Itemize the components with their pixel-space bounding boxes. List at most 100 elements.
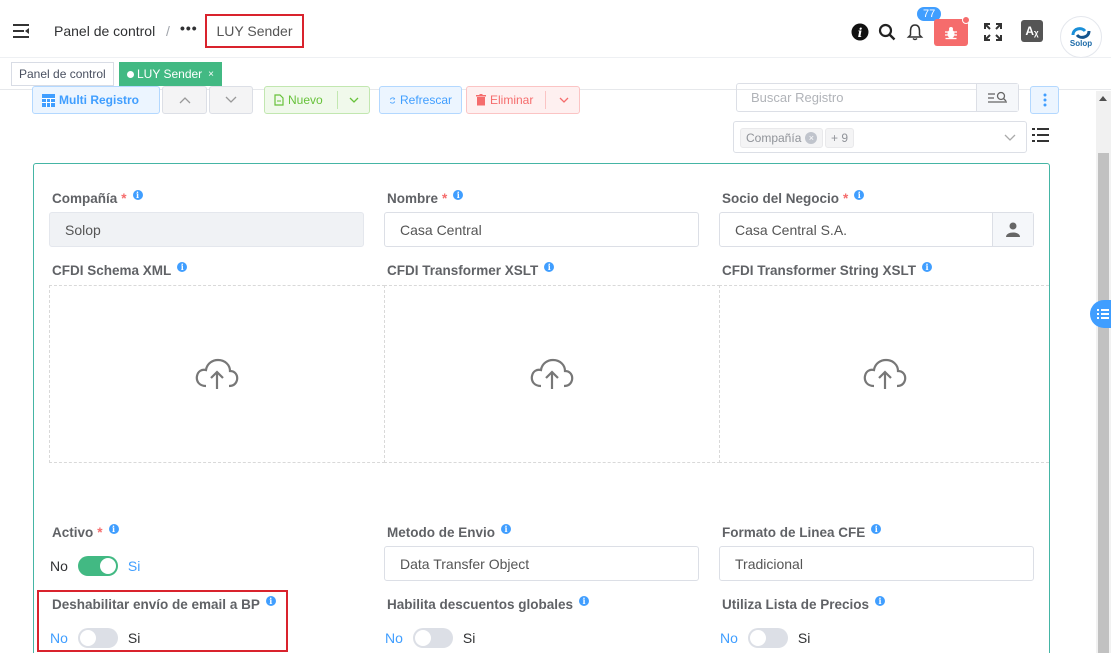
info-icon[interactable]: i <box>579 596 590 606</box>
fullscreen-icon[interactable] <box>983 22 1003 42</box>
toggle-switch[interactable] <box>77 556 118 576</box>
info-icon[interactable]: i <box>108 524 119 534</box>
scroll-thumb[interactable] <box>1098 153 1109 653</box>
new-dropdown-chevron-icon[interactable] <box>348 93 360 107</box>
bug-icon <box>945 26 957 39</box>
switch-off-label: No <box>50 558 68 574</box>
label-text: Habilita descuentos globales <box>387 597 574 612</box>
user-icon <box>1006 222 1020 237</box>
info-icon[interactable]: i <box>453 190 464 200</box>
label-text: Metodo de Envio <box>387 525 495 540</box>
label-text: Activo <box>52 525 94 540</box>
global-discounts-switch[interactable]: No Si <box>385 628 475 648</box>
required-mark: * <box>442 191 448 206</box>
more-options-button[interactable] <box>1030 86 1059 114</box>
multi-record-button[interactable]: Multi Registro <box>32 86 160 114</box>
filter-chip-label: Compañía <box>746 131 802 145</box>
info-icon[interactable]: i <box>854 190 865 200</box>
cfdi-transformer-upload[interactable] <box>384 285 720 463</box>
field-label-global-discounts: Habilita descuentos globales i <box>387 596 590 612</box>
top-navbar: Panel de control / ••• LUY Sender i 77 A… <box>0 6 1111 58</box>
required-mark: * <box>121 191 127 206</box>
info-icon[interactable]: i <box>875 596 886 606</box>
kebab-icon <box>1043 93 1046 107</box>
search-icon[interactable] <box>877 22 897 42</box>
label-text: Formato de Linea CFE <box>722 525 866 540</box>
table-icon <box>42 93 55 107</box>
info-icon[interactable]: i <box>871 524 882 534</box>
tab-close-icon[interactable]: × <box>208 69 214 80</box>
name-field[interactable]: Casa Central <box>384 212 699 247</box>
toggle-knob <box>414 630 431 646</box>
bell-icon[interactable] <box>905 22 925 42</box>
price-list-switch[interactable]: No Si <box>720 628 810 648</box>
field-label-company: Compañía * i <box>52 190 143 206</box>
cfdi-schema-upload[interactable] <box>49 285 385 463</box>
info-icon[interactable]: i <box>922 262 933 272</box>
delete-dropdown-chevron-icon[interactable] <box>558 93 570 107</box>
info-icon[interactable]: i <box>132 190 143 200</box>
bug-report-button[interactable] <box>934 16 970 46</box>
toggle-switch[interactable] <box>747 628 788 648</box>
search-button[interactable] <box>976 84 1018 111</box>
previous-record-button[interactable] <box>162 86 207 114</box>
business-partner-search-button[interactable] <box>992 213 1033 246</box>
avatar[interactable]: Solop <box>1060 16 1102 58</box>
search-input[interactable] <box>737 84 977 111</box>
label-text: CFDI Transformer XSLT <box>387 263 539 278</box>
field-label-business-partner: Socio del Negocio * i <box>722 190 865 206</box>
filter-chip-company[interactable]: Compañía × <box>740 128 824 148</box>
vertical-scrollbar[interactable] <box>1096 91 1111 653</box>
breadcrumb-current-label: LUY Sender <box>216 23 293 39</box>
field-label-send-method: Metodo de Envio i <box>387 524 511 540</box>
company-field: Solop <box>49 212 364 247</box>
info-icon[interactable]: i <box>501 524 511 534</box>
delete-button[interactable]: Eliminar <box>466 86 580 114</box>
send-method-select[interactable]: Data Transfer Object <box>384 546 699 581</box>
multi-record-label: Multi Registro <box>59 93 139 107</box>
tab-luy-sender[interactable]: LUY Sender × <box>119 62 222 86</box>
field-label-name: Nombre * i <box>387 190 464 206</box>
field-label-cfdi-transformer: CFDI Transformer XSLT i <box>387 262 555 278</box>
panel-toggle-button[interactable] <box>1090 300 1111 328</box>
filter-fields-select[interactable]: Compañía × + 9 <box>733 121 1027 153</box>
filter-chip-more: + 9 <box>825 128 855 148</box>
toggle-switch[interactable] <box>412 628 453 648</box>
search-box <box>736 83 1019 112</box>
info-icon[interactable]: i <box>544 262 555 272</box>
label-text: Compañía <box>52 191 118 206</box>
svg-text:i: i <box>858 26 863 40</box>
line-format-value: Tradicional <box>735 555 803 572</box>
business-partner-field[interactable]: Casa Central S.A. <box>719 212 1034 247</box>
cloud-upload-icon <box>530 358 574 389</box>
cloud-upload-icon <box>863 358 906 389</box>
new-record-button[interactable]: Nuevo <box>264 86 370 114</box>
avatar-label: Solop <box>1069 39 1093 48</box>
scroll-up-arrow-icon[interactable] <box>1099 96 1107 101</box>
required-mark: * <box>97 525 103 540</box>
label-text: Socio del Negocio <box>722 191 840 206</box>
field-label-price-list: Utiliza Lista de Precios i <box>722 596 886 612</box>
cfdi-transformer-string-upload[interactable] <box>719 285 1049 463</box>
menu-fold-icon[interactable] <box>12 22 30 40</box>
active-switch[interactable]: No Si <box>50 556 140 576</box>
search-list-icon <box>987 91 1007 103</box>
info-icon[interactable]: i <box>177 262 188 272</box>
refresh-label: Refrescar <box>399 93 452 107</box>
list-view-icon[interactable] <box>1032 127 1049 143</box>
translate-icon[interactable]: Aᵪ <box>1021 20 1043 42</box>
label-text: Utiliza Lista de Precios <box>722 597 870 612</box>
next-record-button[interactable] <box>209 86 253 114</box>
field-label-active: Activo * i <box>52 524 119 540</box>
line-format-select[interactable]: Tradicional <box>719 546 1034 581</box>
tab-panel-control[interactable]: Panel de control <box>11 62 114 86</box>
business-partner-value: Casa Central S.A. <box>735 221 848 238</box>
chip-close-icon[interactable]: × <box>805 132 818 144</box>
info-icon[interactable]: i <box>850 22 870 42</box>
breadcrumb-home[interactable]: Panel de control <box>54 23 155 39</box>
breadcrumb-more[interactable]: ••• <box>180 20 198 36</box>
refresh-button[interactable]: Refrescar <box>379 86 462 114</box>
tab-active-dot <box>127 70 134 78</box>
refresh-icon <box>389 96 396 104</box>
breadcrumb-current: LUY Sender <box>205 14 304 48</box>
